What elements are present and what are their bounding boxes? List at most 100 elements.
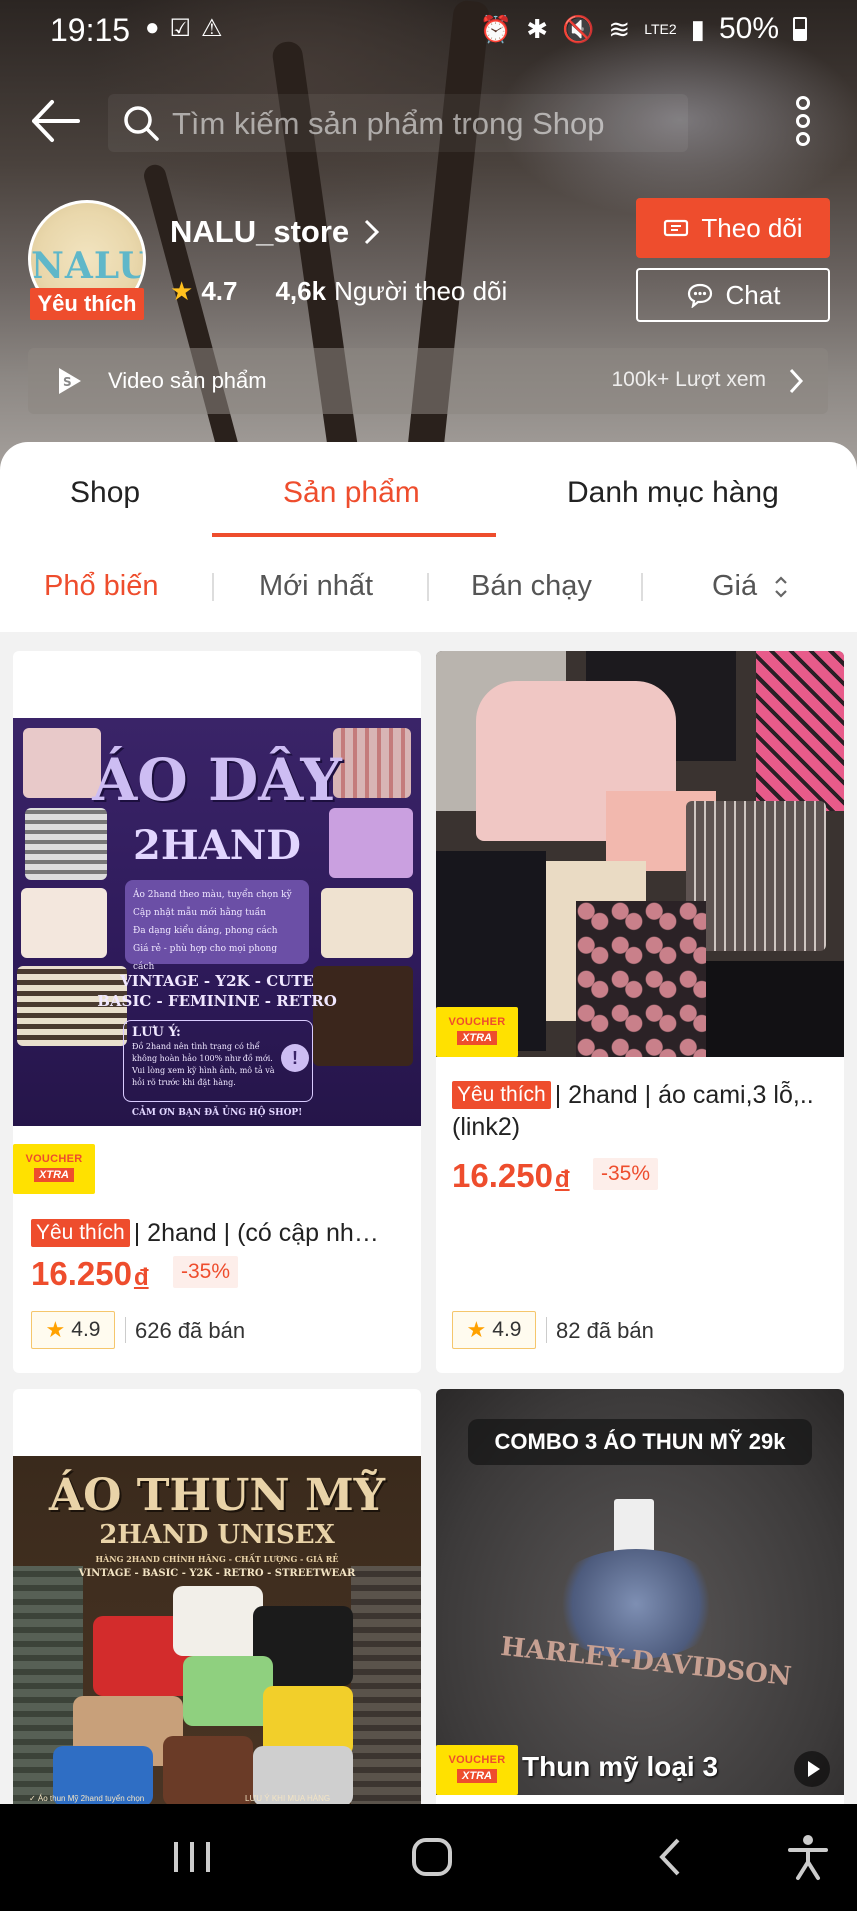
tab-products[interactable]: Sản phẩm bbox=[283, 476, 420, 510]
clothes-pile bbox=[351, 1566, 421, 1809]
follow-button-label: Theo dõi bbox=[701, 212, 803, 243]
warning-icon: ⚠ bbox=[201, 15, 223, 42]
divider bbox=[125, 1317, 126, 1343]
sort-price[interactable]: Giá bbox=[712, 570, 789, 603]
followers-count: 4,6k bbox=[275, 276, 327, 306]
image-banner: COMBO 3 ÁO THUN MỸ 29k bbox=[468, 1419, 812, 1465]
garment-shape bbox=[576, 901, 706, 1057]
product-card[interactable]: ÁO THUN MỸ 2HAND UNISEX HÀNG 2HAND CHÍNH… bbox=[13, 1389, 421, 1809]
shop-search-input[interactable]: Tìm kiếm sản phẩm trong Shop bbox=[108, 94, 688, 152]
image-footer-left: ✓ Áo thun Mỹ 2hand tuyển chọn bbox=[29, 1794, 145, 1803]
image-tags: VINTAGE - BASIC - Y2K - RETRO - STREETWE… bbox=[78, 1568, 356, 1579]
alarm-icon: ⏰ bbox=[479, 13, 513, 44]
follow-ticket-icon bbox=[664, 219, 689, 237]
voucher-xtra-badge: VOUCHER XTRA bbox=[436, 1745, 518, 1795]
battery-percentage: 50% bbox=[718, 12, 779, 45]
voucher-label: VOUCHER bbox=[448, 1016, 506, 1028]
chevron-right-icon bbox=[365, 219, 380, 245]
image-title: ÁO DÂY bbox=[92, 746, 342, 814]
top-bar: Tìm kiếm sản phẩm trong Shop bbox=[0, 86, 857, 156]
sort-arrows-icon bbox=[775, 576, 787, 598]
active-tab-indicator bbox=[212, 533, 496, 537]
chat-icon bbox=[687, 283, 712, 308]
video-play-icon: S bbox=[59, 368, 81, 394]
image-feature-line: Giá rẻ - phù hợp cho mọi phong cách bbox=[133, 944, 278, 972]
chevron-right-icon bbox=[789, 368, 804, 394]
favorite-shop-badge: Yêu thích bbox=[30, 288, 144, 320]
product-rating: ★ 4.9 bbox=[31, 1311, 115, 1349]
back-nav-icon[interactable] bbox=[642, 1832, 702, 1882]
system-nav-bar bbox=[0, 1804, 857, 1911]
shop-tabs-panel: Shop Sản phẩm Danh mục hàng Phổ biến Mới… bbox=[0, 442, 857, 632]
video-play-icon[interactable] bbox=[794, 1751, 830, 1787]
sold-count: 82 đã bán bbox=[556, 1318, 654, 1343]
tshirt-shape bbox=[183, 1656, 273, 1726]
price-currency: đ bbox=[133, 1264, 149, 1291]
image-tags: VINTAGE - Y2K - CUTE bbox=[120, 972, 314, 990]
garment-shape bbox=[706, 961, 844, 1057]
image-note-text: Đồ 2hand nên tình trạng có thể không hoà… bbox=[132, 1042, 275, 1087]
tab-categories[interactable]: Danh mục hàng bbox=[567, 476, 779, 510]
voucher-xtra-badge: VOUCHER XTRA bbox=[436, 1007, 518, 1057]
tshirt-shape bbox=[173, 1586, 263, 1656]
image-feature-line: Áo 2hand theo màu, tuyển chọn kỹ bbox=[133, 890, 292, 900]
product-rating: ★ 4.9 bbox=[452, 1311, 536, 1349]
image-title: ÁO THUN MỸ bbox=[48, 1470, 386, 1521]
product-title: Yêu thích | 2hand | áo cami,3 lỗ,..(link2… bbox=[452, 1079, 832, 1143]
star-icon: ★ bbox=[45, 1317, 66, 1342]
chat-button[interactable]: Chat bbox=[636, 268, 830, 322]
battery-icon bbox=[793, 17, 807, 41]
image-sub: HÀNG 2HAND CHÍNH HÃNG - CHẤT LƯỢNG - GIÁ… bbox=[95, 1554, 339, 1564]
video-label: Video sản phẩm bbox=[108, 368, 267, 393]
image-subtitle: 2HAND UNISEX bbox=[99, 1520, 335, 1550]
chat-button-label: Chat bbox=[725, 279, 781, 310]
image-feature-box: Áo 2hand theo màu, tuyển chọn kỹ Cập nhậ… bbox=[125, 880, 309, 972]
sort-newest[interactable]: Mới nhất bbox=[259, 570, 373, 603]
image-feature-line: Cập nhật mẫu mới hằng tuần bbox=[133, 908, 267, 918]
more-options-icon[interactable] bbox=[786, 94, 820, 150]
product-card[interactable]: ÁO DÂY 2HAND Áo 2hand theo màu, tuyển ch… bbox=[13, 651, 421, 1373]
price-value: 16.250 bbox=[31, 1255, 132, 1292]
search-icon bbox=[124, 106, 159, 141]
product-video-bar[interactable]: S Video sản phẩm 100k+ Lượt xem bbox=[28, 348, 828, 414]
follow-button[interactable]: Theo dõi bbox=[636, 198, 830, 258]
home-icon[interactable] bbox=[402, 1832, 462, 1882]
sold-count: 626 đã bán bbox=[135, 1318, 246, 1343]
voucher-xtra-label: XTRA bbox=[457, 1031, 497, 1045]
status-bar: 19:15 ● ☑ ⚠ ⏰ ✱ 🔇 ≋ LTE2 ▮ 50% bbox=[0, 0, 857, 66]
garment-shape bbox=[686, 801, 826, 951]
shop-name: NALU_store bbox=[170, 214, 350, 249]
product-image: COMBO 3 ÁO THUN MỸ 29k HARLEY-DAVIDSON V… bbox=[436, 1389, 844, 1795]
recent-apps-icon[interactable] bbox=[162, 1832, 222, 1882]
favorite-badge: Yêu thích bbox=[452, 1081, 551, 1109]
product-card[interactable]: VOUCHER XTRA Yêu thích | 2hand | áo cami,… bbox=[436, 651, 844, 1373]
discount-badge: -35% bbox=[593, 1158, 659, 1190]
accessibility-icon[interactable] bbox=[778, 1832, 838, 1882]
voucher-label: VOUCHER bbox=[448, 1754, 506, 1766]
status-time: 19:15 bbox=[50, 12, 131, 48]
product-image: VOUCHER XTRA bbox=[436, 651, 844, 1057]
tab-shop[interactable]: Shop bbox=[70, 476, 140, 510]
product-price: 16.250đ bbox=[31, 1255, 149, 1293]
divider bbox=[427, 573, 429, 601]
divider bbox=[641, 573, 643, 601]
product-card[interactable]: COMBO 3 ÁO THUN MỸ 29k HARLEY-DAVIDSON V… bbox=[436, 1389, 844, 1809]
shop-rating: 4.7 bbox=[201, 276, 238, 306]
shop-name-link[interactable]: NALU_store bbox=[170, 214, 381, 250]
divider bbox=[546, 1317, 547, 1343]
mute-icon: 🔇 bbox=[562, 13, 595, 44]
sort-popular[interactable]: Phổ biến bbox=[44, 570, 159, 603]
favorite-badge: Yêu thích bbox=[31, 1219, 130, 1247]
rating-value: 4.9 bbox=[492, 1318, 522, 1341]
product-title: Yêu thích | 2hand | (có cập nh… bbox=[31, 1217, 411, 1249]
voucher-label: VOUCHER bbox=[25, 1153, 83, 1165]
voucher-xtra-badge: VOUCHER XTRA bbox=[13, 1144, 95, 1194]
image-footer-right: LƯU Ý KHI MUA HÀNG bbox=[245, 1794, 331, 1803]
search-placeholder: Tìm kiếm sản phẩm trong Shop bbox=[172, 106, 605, 141]
star-icon: ★ bbox=[466, 1317, 487, 1342]
sort-best-selling[interactable]: Bán chạy bbox=[471, 570, 592, 603]
back-arrow-icon[interactable] bbox=[28, 96, 82, 146]
image-footer: CẢM ƠN BẠN ĐÃ ỦNG HỘ SHOP! bbox=[131, 1108, 303, 1118]
divider bbox=[212, 573, 214, 601]
shop-header: 19:15 ● ☑ ⚠ ⏰ ✱ 🔇 ≋ LTE2 ▮ 50% Tìm kiếm … bbox=[0, 0, 857, 470]
